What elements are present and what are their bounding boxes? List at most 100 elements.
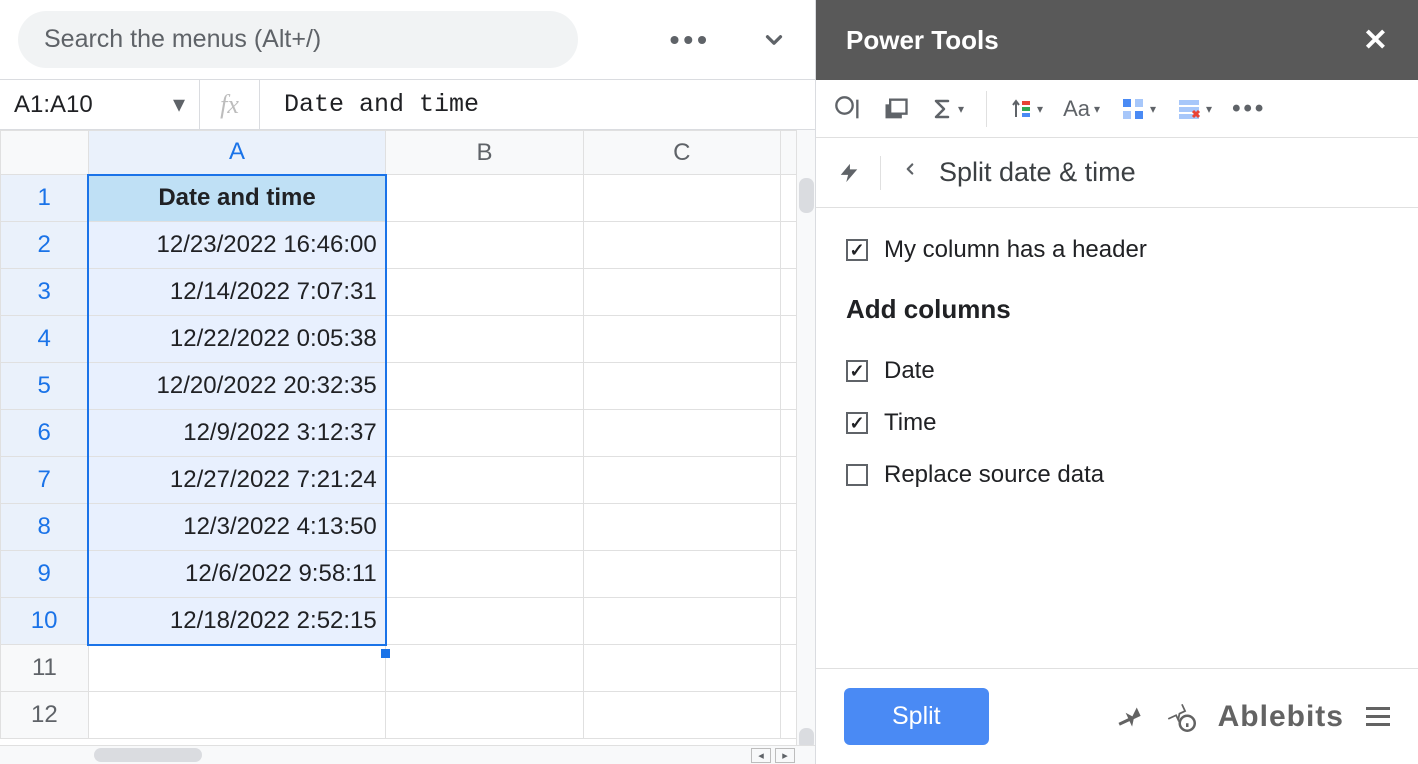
power-tools-sidebar: Power Tools ✕ ▾ ▾ Aa▾ bbox=[816, 0, 1418, 764]
fx-icon[interactable]: fx bbox=[200, 80, 260, 129]
sidebar-toolbar: ▾ ▾ Aa▾ ▾ ▾ ••• bbox=[816, 80, 1418, 138]
cell[interactable] bbox=[386, 222, 583, 269]
row-header[interactable]: 5 bbox=[1, 363, 89, 410]
split-button[interactable]: Split bbox=[844, 688, 989, 745]
cell[interactable]: 12/18/2022 2:52:15 bbox=[88, 598, 385, 645]
dropdown-icon[interactable]: ▾ bbox=[173, 90, 185, 119]
row-header[interactable]: 10 bbox=[1, 598, 89, 645]
split-icon[interactable]: ▾ bbox=[1120, 97, 1156, 121]
cell[interactable]: 12/20/2022 20:32:35 bbox=[88, 363, 385, 410]
cell[interactable] bbox=[583, 645, 780, 692]
cell[interactable] bbox=[583, 692, 780, 739]
spreadsheet-grid[interactable]: A B C 1 Date and time 212/23/2022 16:46:… bbox=[0, 130, 815, 739]
breadcrumb-label: Split date & time bbox=[939, 157, 1136, 188]
grid-area: A B C 1 Date and time 212/23/2022 16:46:… bbox=[0, 130, 815, 764]
collapse-icon[interactable] bbox=[761, 27, 787, 53]
row-header[interactable]: 4 bbox=[1, 316, 89, 363]
column-header[interactable]: B bbox=[386, 131, 583, 175]
dedupe-icon[interactable] bbox=[834, 95, 862, 123]
cell[interactable] bbox=[386, 269, 583, 316]
row-header[interactable]: 9 bbox=[1, 551, 89, 598]
cell[interactable] bbox=[386, 316, 583, 363]
row-header[interactable]: 8 bbox=[1, 504, 89, 551]
close-icon[interactable]: ✕ bbox=[1363, 23, 1388, 58]
sidebar-breadcrumb: Split date & time bbox=[816, 138, 1418, 208]
cell[interactable]: 12/6/2022 9:58:11 bbox=[88, 551, 385, 598]
cell[interactable] bbox=[583, 457, 780, 504]
cell[interactable] bbox=[88, 692, 385, 739]
cell[interactable] bbox=[583, 363, 780, 410]
sidebar-footer: Split Ablebits bbox=[816, 668, 1418, 764]
scroll-thumb[interactable] bbox=[799, 178, 814, 213]
cell[interactable] bbox=[386, 175, 583, 222]
cell[interactable] bbox=[386, 457, 583, 504]
info-icon[interactable] bbox=[1166, 702, 1196, 732]
cell[interactable] bbox=[386, 504, 583, 551]
checkbox-label: Time bbox=[884, 409, 936, 437]
row-header[interactable]: 7 bbox=[1, 457, 89, 504]
cell[interactable] bbox=[583, 410, 780, 457]
cell[interactable] bbox=[88, 645, 385, 692]
sheet-next-icon[interactable]: ▸ bbox=[775, 748, 795, 763]
column-header[interactable]: C bbox=[583, 131, 780, 175]
name-box[interactable]: A1:A10 ▾ bbox=[0, 80, 200, 129]
vertical-scrollbar[interactable] bbox=[796, 130, 815, 764]
cell[interactable]: 12/14/2022 7:07:31 bbox=[88, 269, 385, 316]
search-box[interactable] bbox=[18, 11, 578, 68]
sort-icon[interactable]: ▾ bbox=[1009, 97, 1043, 121]
pin-icon[interactable] bbox=[1118, 704, 1144, 730]
cell[interactable]: 12/3/2022 4:13:50 bbox=[88, 504, 385, 551]
cell[interactable] bbox=[386, 645, 583, 692]
select-all-corner[interactable] bbox=[1, 131, 89, 175]
brand-label: Ablebits bbox=[1218, 700, 1344, 734]
cell[interactable] bbox=[583, 316, 780, 363]
cell[interactable] bbox=[583, 175, 780, 222]
sidebar-title: Power Tools bbox=[846, 25, 999, 56]
bolt-icon[interactable] bbox=[838, 159, 860, 187]
menu-icon[interactable] bbox=[1366, 707, 1390, 726]
clear-icon[interactable]: ▾ bbox=[1176, 97, 1212, 121]
row-header[interactable]: 2 bbox=[1, 222, 89, 269]
more-tools-icon[interactable]: ••• bbox=[1232, 95, 1266, 123]
checkbox-has-header[interactable]: My column has a header bbox=[846, 236, 1388, 264]
cell[interactable] bbox=[386, 692, 583, 739]
text-icon[interactable]: Aa▾ bbox=[1063, 96, 1100, 122]
cell[interactable] bbox=[583, 504, 780, 551]
cell[interactable] bbox=[583, 269, 780, 316]
cell[interactable]: 12/22/2022 0:05:38 bbox=[88, 316, 385, 363]
checkbox-replace[interactable]: Replace source data bbox=[846, 461, 1388, 489]
row-header[interactable]: 6 bbox=[1, 410, 89, 457]
cell[interactable] bbox=[583, 598, 780, 645]
row-header[interactable]: 3 bbox=[1, 269, 89, 316]
checkbox-date[interactable]: Date bbox=[846, 357, 1388, 385]
cell[interactable] bbox=[386, 551, 583, 598]
cell[interactable]: 12/27/2022 7:21:24 bbox=[88, 457, 385, 504]
checkbox-icon bbox=[846, 464, 868, 486]
checkbox-label: My column has a header bbox=[884, 236, 1147, 264]
column-header[interactable]: A bbox=[88, 131, 385, 175]
cell[interactable]: 12/9/2022 3:12:37 bbox=[88, 410, 385, 457]
cell[interactable]: 12/23/2022 16:46:00 bbox=[88, 222, 385, 269]
sheet-prev-icon[interactable]: ◂ bbox=[751, 748, 771, 763]
row-header[interactable]: 11 bbox=[1, 645, 89, 692]
selection-handle-icon[interactable] bbox=[381, 649, 390, 658]
checkbox-time[interactable]: Time bbox=[846, 409, 1388, 437]
cell[interactable] bbox=[583, 551, 780, 598]
cell[interactable]: Date and time bbox=[88, 175, 385, 222]
checkbox-icon bbox=[846, 239, 868, 261]
merge-icon[interactable] bbox=[882, 95, 910, 123]
checkbox-icon bbox=[846, 360, 868, 382]
horizontal-scrollbar[interactable]: ◂ ▸ bbox=[0, 745, 815, 764]
row-header[interactable]: 1 bbox=[1, 175, 89, 222]
cell[interactable] bbox=[386, 410, 583, 457]
formula-bar[interactable]: Date and time bbox=[260, 80, 815, 129]
sum-icon[interactable]: ▾ bbox=[930, 97, 964, 121]
back-icon[interactable] bbox=[901, 156, 919, 189]
search-input[interactable] bbox=[44, 25, 552, 54]
cell[interactable] bbox=[386, 363, 583, 410]
row-header[interactable]: 12 bbox=[1, 692, 89, 739]
cell[interactable] bbox=[583, 222, 780, 269]
scroll-thumb[interactable] bbox=[94, 748, 202, 762]
cell[interactable] bbox=[386, 598, 583, 645]
more-icon[interactable]: ••• bbox=[670, 24, 711, 56]
